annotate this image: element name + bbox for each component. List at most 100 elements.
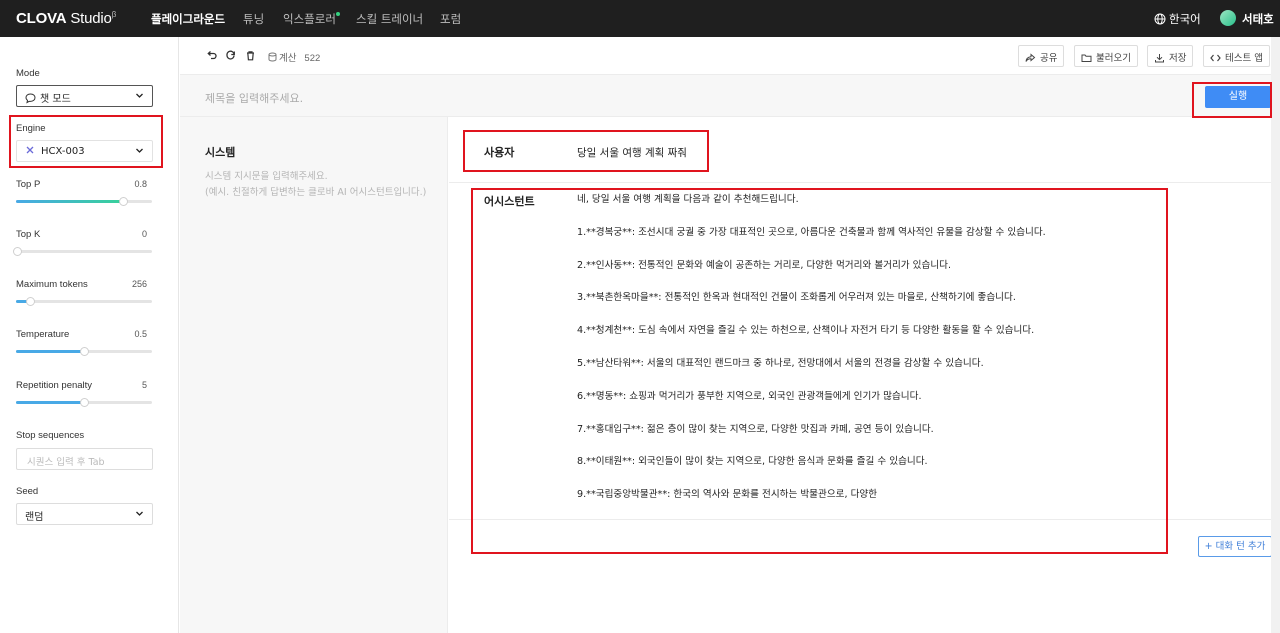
slider-knob[interactable] [80, 347, 89, 356]
editor-toolbar: 계산 522 공유 불러오기 저장 테스트 앱 [180, 37, 1280, 75]
mode-value: 챗 모드 [40, 94, 71, 105]
title-bar: 제목을 입력해주세요. 실행 [180, 75, 1280, 117]
seed-label: Seed [16, 486, 39, 497]
save-button[interactable]: 저장 [1147, 45, 1194, 67]
system-label: 시스템 [205, 146, 236, 159]
database-icon [268, 52, 277, 62]
nav-forum[interactable]: 포럼 [440, 11, 461, 27]
title-input[interactable]: 제목을 입력해주세요. [205, 90, 303, 106]
token-label: 계산 [279, 53, 297, 64]
chevron-down-icon [136, 93, 143, 98]
run-button[interactable]: 실행 [1205, 86, 1271, 108]
mode-label: Mode [16, 68, 40, 79]
download-icon [1155, 54, 1164, 63]
nav-explorer[interactable]: 익스플로러 [283, 11, 336, 27]
test-app-button[interactable]: 테스트 앱 [1203, 45, 1270, 67]
user-turn[interactable]: 사용자 당일 서울 여행 계획 짜줘 [449, 117, 1280, 183]
stop-sequences-label: Stop sequences [16, 430, 85, 441]
max-tokens-value: 256 [131, 279, 147, 289]
max-tokens-slider[interactable] [16, 297, 152, 306]
temperature-label: Temperature [16, 329, 70, 340]
slider-knob[interactable] [119, 197, 129, 206]
seed-select[interactable]: 랜덤 [16, 503, 153, 525]
trash-icon[interactable] [245, 50, 256, 64]
folder-icon [1081, 54, 1092, 62]
answer-line: 네, 당일 서울 여행 계획을 다음과 같이 추천해드립니다. [577, 194, 799, 205]
code-icon [1210, 54, 1221, 62]
avatar[interactable] [1220, 10, 1236, 26]
load-button[interactable]: 불러오기 [1074, 45, 1138, 67]
user-name[interactable]: 서태호 [1242, 11, 1274, 27]
clova-studio-logo[interactable]: CLOVA Studioβ [16, 10, 116, 27]
system-prompt-placeholder: 시스템 지시문을 입력해주세요. (예시. 친절하게 답변하는 클로바 AI 어… [205, 171, 427, 198]
logo-text: Studio [70, 10, 112, 27]
settings-sidebar: Mode 챗 모드 Engine HCX-003 Top P 0.8 Top K… [0, 37, 179, 633]
refresh-icon[interactable] [225, 50, 236, 64]
language-selector[interactable]: 한국어 [1154, 11, 1201, 27]
share-icon [1025, 53, 1036, 62]
answer-line: 4.**청계천**: 도심 속에서 자연을 즐길 수 있는 하천으로, 산책이나… [577, 325, 1035, 337]
token-counter: 계산 522 [268, 50, 320, 64]
top-p-value: 0.8 [134, 179, 147, 189]
repetition-penalty-slider[interactable] [16, 398, 152, 407]
seed-value: 랜덤 [25, 512, 44, 523]
stop-sequences-input[interactable]: 시퀀스 입력 후 Tab [16, 448, 153, 470]
repetition-penalty-label: Repetition penalty [16, 380, 93, 391]
top-p-label: Top P [16, 179, 41, 190]
assistant-message[interactable]: 네, 당일 서울 여행 계획을 다음과 같이 추천해드립니다. 1.**경복궁*… [577, 194, 1217, 522]
top-nav-bar: CLOVA Studioβ 플레이그라운드 튜닝 익스플로러 스킬 트레이너 포… [0, 0, 1280, 37]
engine-label: Engine [16, 123, 46, 134]
mode-select[interactable]: 챗 모드 [16, 85, 153, 107]
engine-select[interactable]: HCX-003 [16, 140, 153, 162]
nav-playground[interactable]: 플레이그라운드 [151, 11, 225, 27]
engine-x-icon [26, 146, 34, 154]
chevron-down-icon [136, 511, 143, 516]
user-message[interactable]: 당일 서울 여행 계획 짜줘 [577, 145, 687, 160]
answer-line: 7.**홍대입구**: 젊은 층이 많이 찾는 지역으로, 다양한 맛집과 카페… [577, 423, 934, 435]
slider-fill [16, 350, 84, 353]
top-k-slider[interactable] [13, 247, 152, 256]
save-label: 저장 [1169, 53, 1187, 64]
system-panel: 시스템 시스템 지시문을 입력해주세요. (예시. 친절하게 답변하는 클로바 … [180, 117, 448, 633]
answer-line: 8.**이태원**: 외국인들이 많이 찾는 지역으로, 다양한 음식과 문화를… [577, 456, 928, 468]
answer-line: 9.**국립중앙박물관**: 한국의 역사와 문화를 전시하는 박물관으로, 다… [577, 489, 878, 501]
engine-value: HCX-003 [41, 146, 85, 157]
new-badge-dot [336, 12, 340, 16]
user-role-label: 사용자 [484, 146, 515, 159]
assistant-role-label: 어시스턴트 [484, 195, 535, 208]
max-tokens-label: Maximum tokens [16, 279, 88, 290]
slider-knob[interactable] [80, 398, 89, 407]
share-button[interactable]: 공유 [1018, 45, 1065, 67]
answer-line: 6.**명동**: 쇼핑과 먹거리가 풍부한 지역으로, 외국인 관광객들에게 … [577, 390, 922, 402]
add-turn-button[interactable]: + 대화 턴 추가 [1198, 536, 1272, 557]
slider-knob[interactable] [25, 297, 35, 306]
top-p-slider[interactable] [16, 197, 152, 206]
test-app-label: 테스트 앱 [1225, 53, 1263, 64]
slider-knob[interactable] [13, 247, 23, 256]
answer-line: 3.**북촌한옥마을**: 전통적인 한옥과 현대적인 건물이 조화롭게 어우러… [577, 292, 1016, 304]
language-label: 한국어 [1169, 12, 1201, 26]
scrollbar[interactable] [1271, 37, 1280, 633]
temperature-value: 0.5 [134, 329, 147, 339]
share-label: 공유 [1040, 53, 1058, 64]
chat-area: 사용자 당일 서울 여행 계획 짜줘 어시스턴트 네, 당일 서울 여행 계획을… [449, 117, 1280, 633]
chevron-down-icon [136, 148, 143, 153]
temperature-slider[interactable] [16, 347, 152, 356]
load-label: 불러오기 [1096, 53, 1131, 64]
assistant-turn[interactable]: 어시스턴트 네, 당일 서울 여행 계획을 다음과 같이 추천해드립니다. 1.… [449, 183, 1280, 520]
nav-skill-trainer[interactable]: 스킬 트레이너 [356, 11, 423, 27]
nav-tuning[interactable]: 튜닝 [243, 11, 264, 27]
system-prompt-input[interactable]: 시스템 지시문을 입력해주세요. (예시. 친절하게 답변하는 클로바 AI 어… [205, 169, 440, 201]
slider-fill [16, 401, 84, 404]
top-k-value: 0 [141, 229, 147, 239]
answer-line: 2.**인사동**: 전통적인 문화와 예술이 공존하는 거리로, 다양한 먹거… [577, 259, 952, 271]
undo-icon[interactable] [206, 50, 217, 64]
chat-bubble-icon [25, 93, 36, 104]
globe-icon [1154, 13, 1166, 25]
slider-fill [16, 200, 124, 203]
answer-line: 1.**경복궁**: 조선시대 궁궐 중 가장 대표적인 곳으로, 아름다운 건… [577, 226, 1046, 238]
top-k-label: Top K [16, 229, 41, 240]
answer-line: 5.**남산타워**: 서울의 대표적인 랜드마크 중 하나로, 전망대에서 서… [577, 357, 984, 369]
token-count: 522 [304, 53, 321, 64]
repetition-penalty-value: 5 [141, 380, 147, 390]
